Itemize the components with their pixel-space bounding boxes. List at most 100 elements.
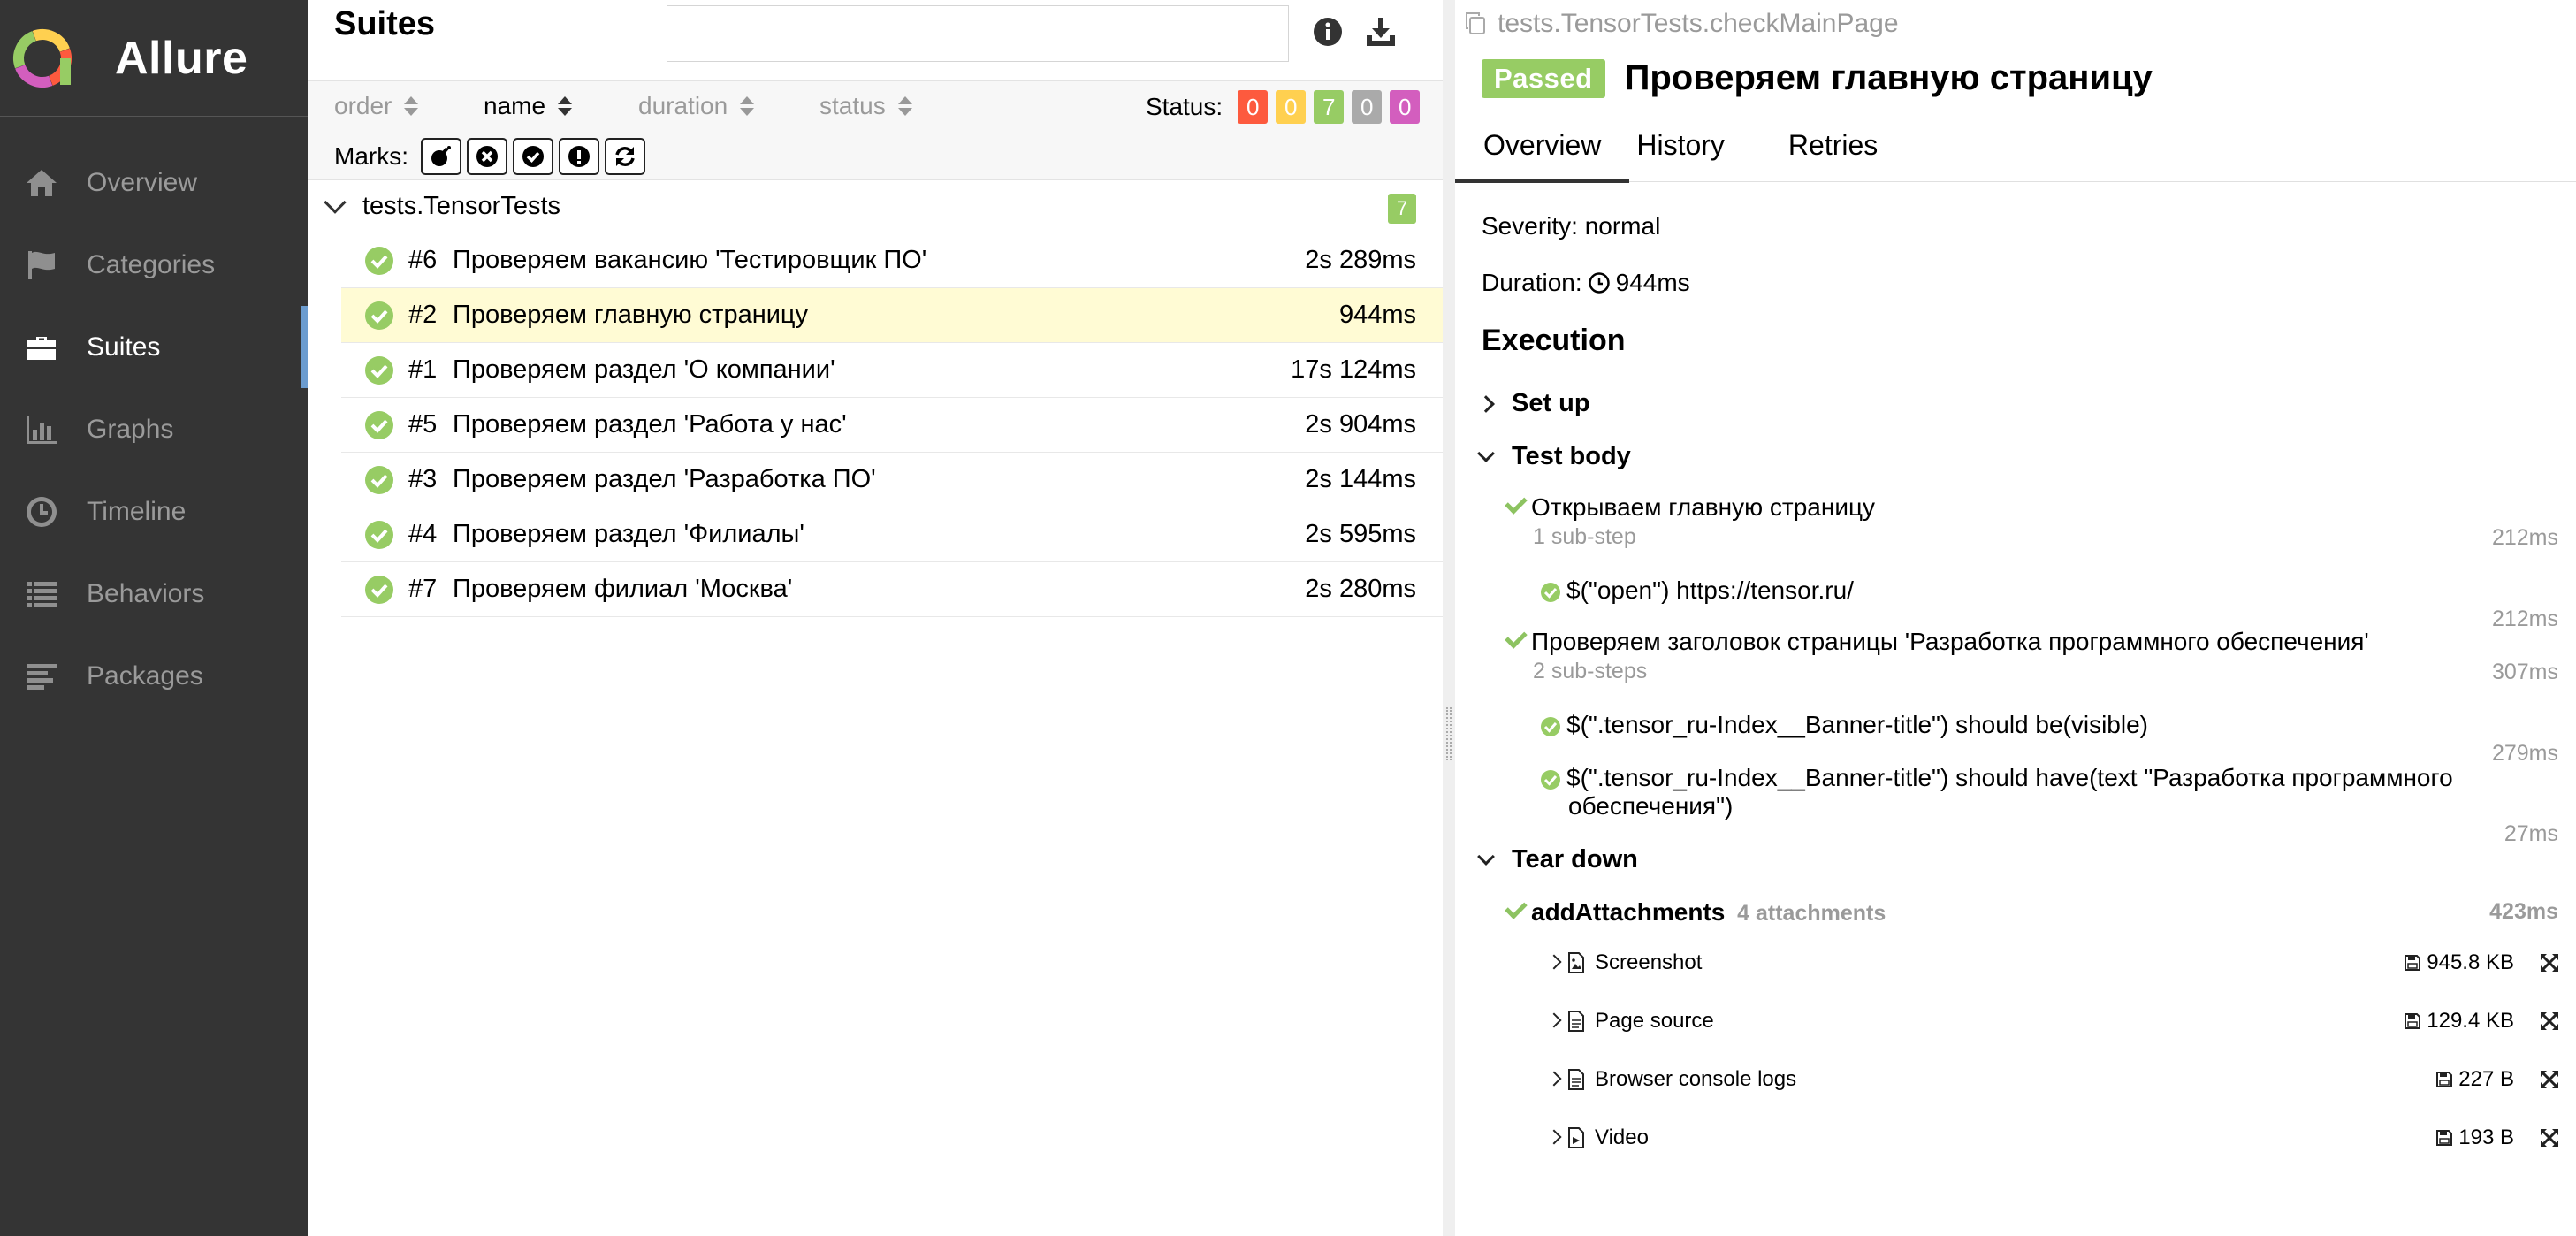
sidebar-item-label: Graphs bbox=[87, 414, 174, 444]
test-row[interactable]: #1 Проверяем раздел 'О компании' 17s 124… bbox=[341, 343, 1443, 398]
bar-chart-icon bbox=[21, 409, 62, 450]
search-input[interactable] bbox=[667, 5, 1289, 62]
expand-icon[interactable] bbox=[2539, 1127, 2560, 1148]
sidebar-item-timeline[interactable]: Timeline bbox=[0, 470, 308, 553]
sort-duration[interactable]: duration bbox=[638, 92, 755, 120]
tab-overview[interactable]: Overview bbox=[1455, 120, 1630, 183]
status-badge: Passed bbox=[1482, 58, 1605, 98]
status-count-failed[interactable]: 0 bbox=[1238, 90, 1269, 124]
step-name: Открываем главную страницу bbox=[1531, 493, 1876, 521]
expand-icon[interactable] bbox=[2539, 952, 2560, 973]
bomb-icon bbox=[431, 146, 451, 166]
floppy-icon bbox=[2405, 955, 2421, 971]
mark-new-passed-button[interactable] bbox=[513, 138, 553, 175]
test-body-section[interactable]: Test body bbox=[1477, 442, 1631, 471]
check-circle-icon bbox=[1541, 582, 1560, 602]
mark-new-broken-button[interactable] bbox=[559, 138, 599, 175]
sidebar-item-overview[interactable]: Overview bbox=[0, 141, 308, 224]
tab-history[interactable]: History bbox=[1629, 120, 1753, 182]
status-count-unknown[interactable]: 0 bbox=[1390, 90, 1421, 124]
mark-new-failed-button[interactable] bbox=[467, 138, 507, 175]
sort-duration-label: duration bbox=[638, 92, 728, 119]
check-circle-icon bbox=[365, 520, 393, 549]
test-name: Проверяем раздел 'Разработка ПО' bbox=[453, 465, 876, 493]
suite-group-name: tests.TensorTests bbox=[362, 192, 561, 220]
chevron-down-icon bbox=[324, 190, 347, 214]
mark-retries-button[interactable] bbox=[605, 138, 645, 175]
substep-row[interactable]: $(".tensor_ru-Index__Banner-title") shou… bbox=[1540, 711, 2148, 739]
check-circle-icon bbox=[1541, 769, 1560, 790]
test-row[interactable]: #6 Проверяем вакансию 'Тестировщик ПО' 2… bbox=[341, 233, 1443, 288]
step-name: Проверяем заголовок страницы 'Разработка… bbox=[1531, 628, 2369, 655]
sort-status-label: status bbox=[819, 92, 886, 119]
step-time: 307ms bbox=[2491, 660, 2558, 684]
check-circle-icon bbox=[365, 301, 393, 330]
attachment-row[interactable]: Browser console logs 227 B bbox=[1455, 1061, 2576, 1096]
sidebar-item-label: Overview bbox=[87, 167, 198, 197]
test-row[interactable]: #2 Проверяем главную страницу 944ms bbox=[341, 288, 1443, 343]
tab-retries[interactable]: Retries bbox=[1753, 120, 1906, 182]
test-number: #3 bbox=[408, 465, 438, 493]
teardown-step-row[interactable]: addAttachments 4 attachments bbox=[1505, 896, 1886, 927]
test-row[interactable]: #5 Проверяем раздел 'Работа у нас' 2s 90… bbox=[341, 398, 1443, 453]
sidebar-item-graphs[interactable]: Graphs bbox=[0, 388, 308, 470]
download-icon[interactable] bbox=[1363, 14, 1399, 50]
step-row[interactable]: Открываем главную страницу bbox=[1505, 492, 1876, 522]
test-duration: 17s 124ms bbox=[1291, 355, 1416, 384]
test-number: #4 bbox=[408, 520, 438, 548]
sidebar-item-categories[interactable]: Categories bbox=[0, 224, 308, 306]
expand-icon[interactable] bbox=[2539, 1069, 2560, 1090]
chevron-right-icon bbox=[1546, 1129, 1562, 1145]
expand-icon[interactable] bbox=[2539, 1011, 2560, 1032]
attachment-row[interactable]: Screenshot 945.8 KB bbox=[1455, 944, 2576, 980]
sidebar-item-behaviors[interactable]: Behaviors bbox=[0, 553, 308, 635]
sort-order[interactable]: order bbox=[334, 92, 419, 120]
breadcrumb-text: tests.TensorTests.checkMainPage bbox=[1498, 9, 1899, 38]
sort-name[interactable]: name bbox=[484, 92, 573, 120]
status-filter: Status: 0 0 7 0 0 bbox=[1146, 90, 1421, 124]
test-number: #2 bbox=[408, 301, 438, 329]
sort-status[interactable]: status bbox=[819, 92, 912, 120]
substep-row[interactable]: $("open") https://tensor.ru/ bbox=[1540, 576, 1854, 605]
status-count-passed[interactable]: 7 bbox=[1314, 90, 1345, 124]
sidebar-item-suites[interactable]: Suites bbox=[0, 306, 308, 388]
step-name: addAttachments bbox=[1531, 898, 1726, 926]
brand-name: Allure bbox=[115, 32, 248, 84]
teardown-section[interactable]: Tear down bbox=[1477, 845, 1638, 874]
test-row[interactable]: #3 Проверяем раздел 'Разработка ПО' 2s 1… bbox=[341, 453, 1443, 507]
setup-section[interactable]: Set up bbox=[1477, 389, 1590, 418]
flag-icon bbox=[21, 245, 62, 286]
step-row[interactable]: Проверяем заголовок страницы 'Разработка… bbox=[1505, 626, 2369, 656]
duration-info: Duration: 944ms bbox=[1482, 269, 1690, 297]
details-title-row: Passed Проверяем главную страницу bbox=[1482, 58, 2153, 98]
test-duration: 2s 289ms bbox=[1305, 246, 1416, 274]
check-icon bbox=[1505, 896, 1528, 919]
duration-value: 944ms bbox=[1615, 269, 1690, 296]
splitter-grip-icon bbox=[1446, 707, 1452, 760]
execution-heading: Execution bbox=[1482, 324, 1626, 357]
attachment-size-value: 193 B bbox=[2458, 1125, 2514, 1149]
step-name: $(".tensor_ru-Index__Banner-title") shou… bbox=[1566, 764, 2453, 791]
info-icon[interactable] bbox=[1310, 14, 1345, 50]
check-circle-icon bbox=[1541, 716, 1560, 736]
test-row[interactable]: #7 Проверяем филиал 'Москва' 2s 280ms bbox=[341, 562, 1443, 617]
chevron-right-icon bbox=[1477, 394, 1495, 413]
attachment-row[interactable]: Page source 129.4 KB bbox=[1455, 1003, 2576, 1038]
step-name: $("open") https://tensor.ru/ bbox=[1566, 576, 1854, 604]
substep-row[interactable]: $(".tensor_ru-Index__Banner-title") shou… bbox=[1540, 764, 2453, 792]
sidebar-item-packages[interactable]: Packages bbox=[0, 635, 308, 717]
suite-group-row[interactable]: tests.TensorTests 7 bbox=[308, 180, 1443, 233]
brand[interactable]: Allure bbox=[0, 0, 308, 117]
attachment-row[interactable]: Video 193 B bbox=[1455, 1119, 2576, 1155]
attachments-count: 4 attachments bbox=[1737, 901, 1886, 926]
briefcase-icon bbox=[21, 327, 62, 368]
mark-flaky-button[interactable] bbox=[421, 138, 461, 175]
status-count-skipped[interactable]: 0 bbox=[1352, 90, 1383, 124]
copy-icon[interactable] bbox=[1462, 10, 1490, 38]
status-count-broken[interactable]: 0 bbox=[1276, 90, 1307, 124]
test-row[interactable]: #4 Проверяем раздел 'Филиалы' 2s 595ms bbox=[341, 507, 1443, 562]
chevron-down-icon bbox=[1477, 847, 1495, 866]
text-file-icon bbox=[1568, 1011, 1584, 1032]
text-file-icon bbox=[1568, 1069, 1584, 1090]
pane-splitter[interactable] bbox=[1443, 0, 1455, 1236]
